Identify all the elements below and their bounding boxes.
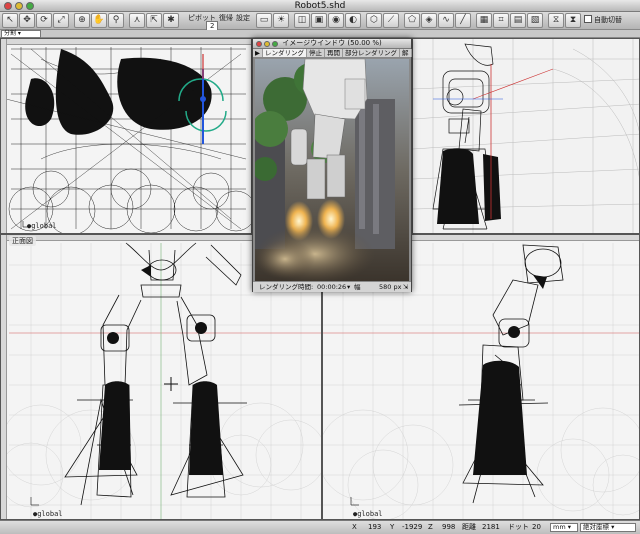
material-tool-icon[interactable]: ◈ — [421, 13, 437, 28]
grid-tool-icon[interactable]: ▦ — [476, 13, 492, 28]
sphere-tool-icon[interactable]: ◉ — [328, 13, 344, 28]
dot-value: 20 — [532, 523, 541, 531]
mirror-tool-icon[interactable]: ⧖ — [548, 13, 564, 28]
scale-tool-icon[interactable]: ⤢ — [53, 13, 69, 28]
coord-mode-value: 絶対座標 — [583, 523, 609, 531]
pan-tool-icon[interactable]: ✋ — [91, 13, 107, 28]
render-tool-icon[interactable]: ▤ — [510, 13, 526, 28]
y-value: -1929 — [402, 523, 423, 531]
curve-tool-icon[interactable]: ∿ — [438, 13, 454, 28]
image-window[interactable]: イメージウインドウ (50.00 %) ▶ レンダリング 停止 再開 部分レンダ… — [252, 38, 412, 292]
render-preview-image — [255, 59, 409, 281]
joint-tool-icon[interactable]: ✱ — [163, 13, 179, 28]
partial-render-button[interactable]: 部分レンダリング — [343, 49, 400, 57]
width-menu-icon[interactable]: ▾ — [347, 282, 350, 292]
deform-tool-icon[interactable]: ⧗ — [565, 13, 581, 28]
top-view-wireframe — [5, 47, 251, 233]
render-button[interactable]: レンダリング — [263, 49, 307, 57]
image-window-minimize-button[interactable] — [264, 41, 270, 47]
render-time-value: 00:00:26 — [317, 283, 347, 291]
bone-tool-icon[interactable]: ⟋ — [383, 13, 399, 28]
resolution-button[interactable]: 解 — [400, 49, 412, 57]
view-selector-value: 分割 — [4, 30, 17, 37]
render-arrow-icon[interactable]: ▶ — [253, 49, 263, 57]
auto-switch-label: 自動切替 — [594, 16, 622, 24]
move-tool-icon[interactable]: ✥ — [19, 13, 35, 28]
z-value: 998 — [442, 523, 456, 531]
image-tool-icon[interactable]: ▧ — [527, 13, 543, 28]
view-strip: 分割 ▾ — [0, 30, 640, 38]
cube-tool-icon[interactable]: ▣ — [311, 13, 327, 28]
image-window-status: レンダリング時間: 00:00:26 ▾ 幅 580 px ⇲ — [253, 281, 411, 292]
unit-value: mm — [553, 523, 566, 531]
x-label: X — [352, 523, 357, 531]
front-view-title: 正面図 — [9, 236, 36, 246]
render-preview — [255, 59, 409, 281]
camera-tool-icon[interactable]: ◐ — [345, 13, 361, 28]
image-window-titlebar[interactable]: イメージウインドウ (50.00 %) — [253, 39, 411, 49]
dot-label: ドット — [508, 523, 529, 531]
right-view-global-label: ●global — [353, 510, 383, 518]
settings-button[interactable]: 設定 — [236, 13, 250, 23]
y-label: Y — [390, 523, 395, 531]
window-titlebar: Robot5.shd — [0, 0, 640, 12]
top-view-global-label: ●global — [27, 222, 57, 230]
rotate-tool-icon[interactable]: ⟳ — [36, 13, 52, 28]
view-selector[interactable]: 分割 ▾ — [1, 30, 41, 38]
front-view-ruler-vertical — [1, 235, 7, 519]
perspective-wireframe — [413, 39, 639, 233]
coordinate-status-bar: X 193 Y -1929 Z 998 距離 2181 ドット 20 mm ▾ … — [0, 520, 640, 534]
front-view-global-label: ●global — [33, 510, 63, 518]
object-tool-icon[interactable]: ◫ — [294, 13, 310, 28]
z-label: Z — [428, 523, 433, 531]
perspective-view-pane[interactable] — [412, 38, 640, 234]
axis-tool-icon[interactable]: ⋏ — [129, 13, 145, 28]
coord-mode-select[interactable]: 絶対座標 ▾ — [580, 523, 636, 532]
arrow-tool-icon[interactable]: ⇱ — [146, 13, 162, 28]
resize-handle-icon[interactable]: ⇲ — [403, 282, 408, 292]
width-value: 580 px — [379, 283, 402, 291]
image-window-title: イメージウインドウ (50.00 %) — [282, 39, 382, 47]
x-value: 193 — [368, 523, 382, 531]
top-view-ruler-horizontal — [1, 39, 251, 45]
cursor-tool-icon[interactable]: ↖ — [2, 13, 18, 28]
resume-button[interactable]: 再開 — [325, 49, 343, 57]
distance-value: 2181 — [482, 523, 500, 531]
distance-label: 距離 — [462, 523, 476, 531]
auto-switch-checkbox[interactable] — [584, 15, 592, 23]
shape-tool-icon[interactable]: ⬡ — [366, 13, 382, 28]
window-title: Robot5.shd — [294, 1, 346, 11]
light-tool-icon[interactable]: ☀ — [273, 13, 289, 28]
top-view-ruler-vertical — [1, 39, 7, 233]
render-time-label: レンダリング時間: — [259, 283, 314, 291]
zoom-tool-icon[interactable]: ⊕ — [74, 13, 90, 28]
restore-button[interactable]: 復帰 — [219, 13, 233, 23]
window-tool-icon[interactable]: ▭ — [256, 13, 272, 28]
image-window-zoom-button[interactable] — [272, 41, 278, 47]
line-tool-icon[interactable]: ╱ — [455, 13, 471, 28]
snap-tool-icon[interactable]: ⌗ — [493, 13, 509, 28]
image-window-close-button[interactable] — [256, 41, 262, 47]
width-label: 幅 — [354, 283, 361, 291]
image-window-toolbar: ▶ レンダリング 停止 再開 部分レンダリング 解 — [253, 49, 412, 58]
top-view-pane[interactable]: ●global — [0, 38, 252, 234]
link-tool-icon[interactable]: ⚲ — [108, 13, 124, 28]
polygon-tool-icon[interactable]: ⬠ — [404, 13, 420, 28]
main-toolbar: ↖ ✥ ⟳ ⤢ ⊕ ✋ ⚲ ⋏ ⇱ ✱ ピボット 復帰 設定 2 ▭ ☀ ◫ ▣… — [0, 12, 640, 31]
stop-button[interactable]: 停止 — [307, 49, 325, 57]
unit-select[interactable]: mm ▾ — [550, 523, 578, 532]
